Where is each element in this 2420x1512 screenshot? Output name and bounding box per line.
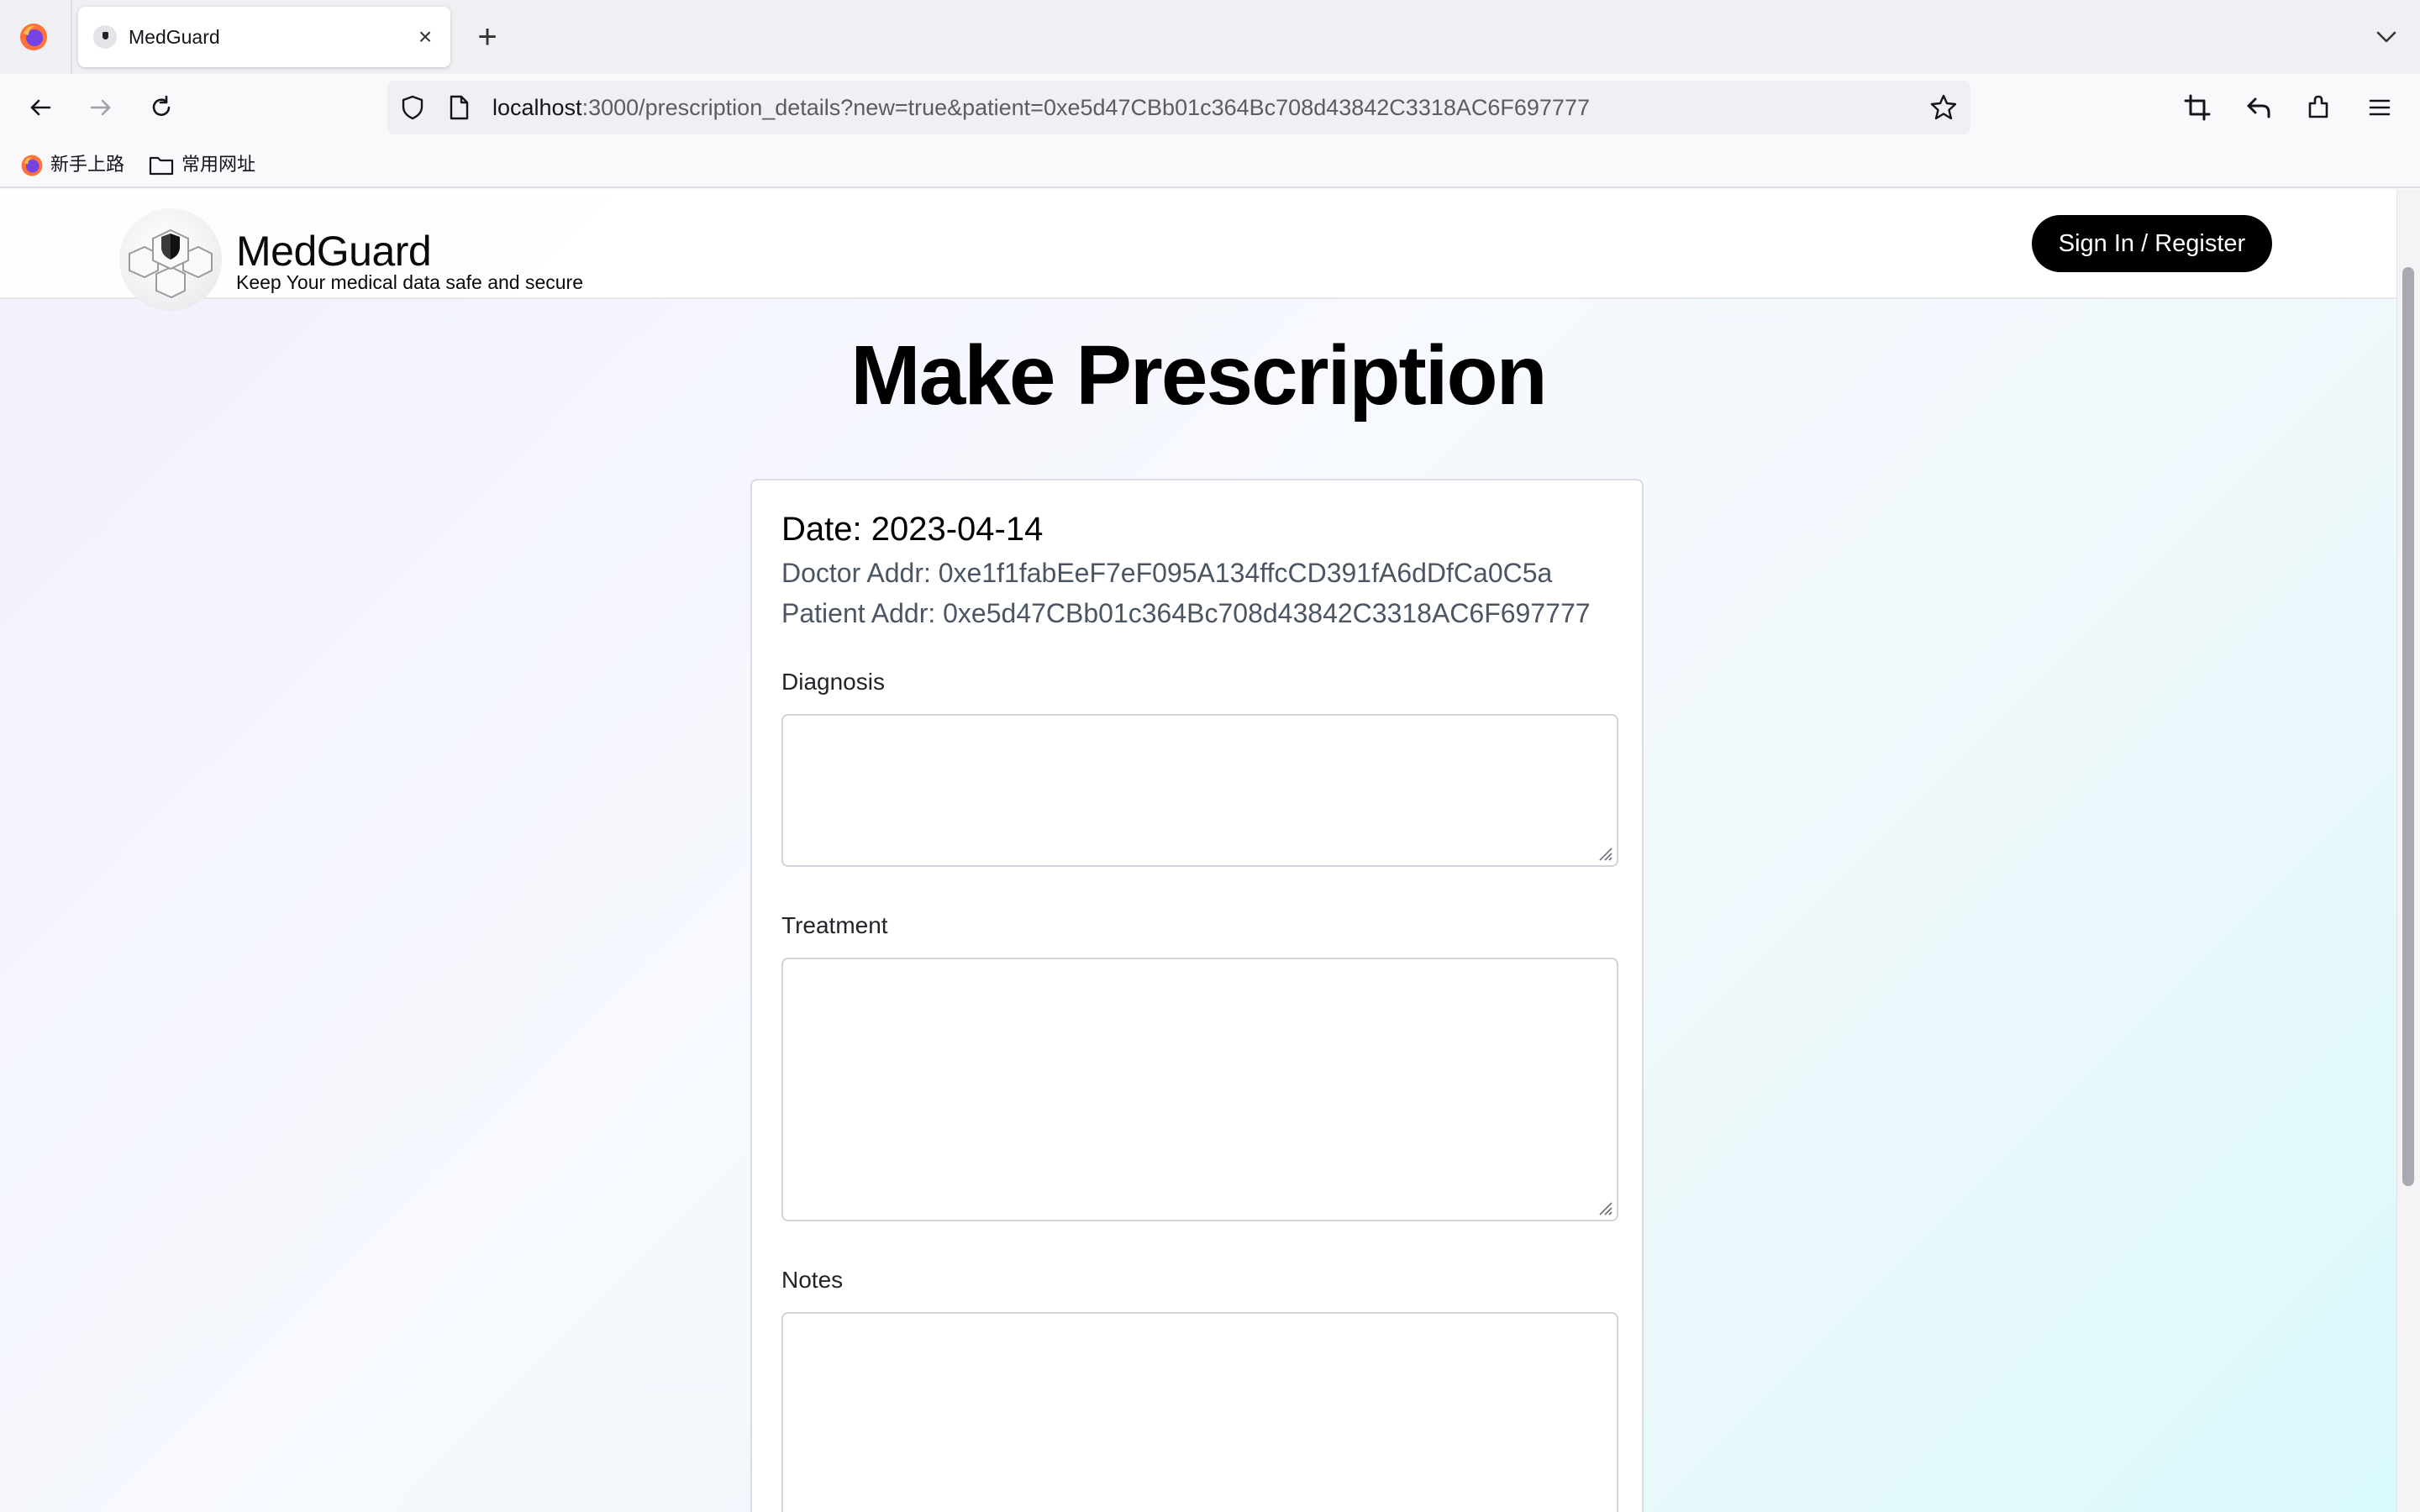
tab-title: MedGuard: [129, 26, 220, 48]
brand-name[interactable]: MedGuard: [236, 227, 432, 276]
notes-label: Notes: [781, 1267, 844, 1293]
address-bar[interactable]: localhost:3000/prescription_details?new=…: [387, 81, 1970, 134]
diagnosis-textarea[interactable]: [781, 714, 1618, 867]
forward-arrow-icon[interactable]: [81, 87, 121, 128]
bookmark-folder-common-sites[interactable]: 常用网址: [148, 141, 255, 188]
tab-favicon-icon: [93, 25, 117, 49]
menu-icon[interactable]: [2360, 87, 2400, 128]
tab-separator: [71, 0, 72, 74]
prescription-date: Date: 2023-04-14: [781, 511, 1044, 548]
browser-tab-bar: MedGuard × +: [0, 0, 2420, 74]
resize-grip-icon[interactable]: [1597, 1200, 1613, 1216]
url-text[interactable]: localhost:3000/prescription_details?new=…: [492, 81, 1590, 134]
treatment-textarea[interactable]: [781, 958, 1618, 1221]
folder-icon: [149, 157, 174, 176]
url-host: localhost: [492, 95, 582, 120]
firefox-icon[interactable]: [18, 22, 49, 52]
scrollbar-thumb[interactable]: [2402, 267, 2414, 1186]
patient-address: Patient Addr: 0xe5d47CBb01c364Bc708d4384…: [781, 598, 1591, 628]
reply-icon[interactable]: [2238, 87, 2279, 128]
bookmark-star-icon[interactable]: [1928, 92, 1959, 123]
sign-in-register-button[interactable]: Sign In / Register: [2032, 215, 2272, 272]
notes-textarea[interactable]: [781, 1312, 1618, 1512]
site-header: MedGuard Keep Your medical data safe and…: [0, 190, 2396, 311]
prescription-form-card: Date: 2023-04-14 Doctor Addr: 0xe1f1fabE…: [750, 479, 1644, 1512]
medguard-logo[interactable]: [119, 208, 222, 311]
page-content: MedGuard Keep Your medical data safe and…: [0, 190, 2420, 1512]
url-path: :3000/prescription_details?new=true&pati…: [581, 95, 1590, 120]
resize-grip-icon[interactable]: [1597, 845, 1613, 862]
shield-cubes-icon: [129, 228, 213, 299]
bookmark-label: 常用网址: [182, 154, 256, 175]
browser-tab-medguard[interactable]: MedGuard ×: [78, 7, 450, 67]
browser-nav-bar: localhost:3000/prescription_details?new=…: [0, 74, 2420, 141]
doctor-address: Doctor Addr: 0xe1f1fabEeF7eF095A134ffcCD…: [781, 558, 1553, 588]
reload-icon[interactable]: [141, 87, 182, 128]
diagnosis-label: Diagnosis: [781, 669, 885, 695]
page-title: Make Prescription: [850, 328, 1547, 423]
close-tab-icon[interactable]: ×: [410, 22, 440, 52]
treatment-label: Treatment: [781, 912, 888, 938]
bookmarks-bar: 新手上路 常用网址: [0, 141, 2420, 188]
shield-icon[interactable]: [399, 94, 426, 121]
new-tab-plus-icon[interactable]: +: [469, 18, 506, 55]
extensions-icon[interactable]: [2299, 87, 2339, 128]
brand-tagline: Keep Your medical data safe and secure: [236, 271, 584, 293]
page-icon[interactable]: [446, 94, 471, 121]
back-arrow-icon[interactable]: [20, 87, 60, 128]
chevron-down-icon[interactable]: [2368, 18, 2405, 55]
bookmark-label: 新手上路: [50, 154, 125, 175]
firefox-icon: [21, 155, 43, 176]
crop-screenshot-icon[interactable]: [2177, 87, 2217, 128]
bookmark-item-getting-started[interactable]: 新手上路: [20, 141, 124, 188]
